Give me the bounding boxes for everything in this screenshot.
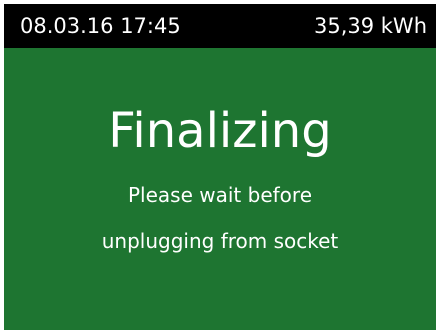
message-line-2: unplugging from socket [101, 229, 339, 253]
charger-display: 08.03.16 17:45 35,39 kWh Finalizing Plea… [4, 4, 436, 330]
datetime-readout: 08.03.16 17:45 [20, 14, 181, 38]
energy-readout: 35,39 kWh [313, 14, 427, 38]
status-bar: 08.03.16 17:45 35,39 kWh [4, 4, 436, 48]
page-title: Finalizing [108, 103, 332, 159]
main-panel: Finalizing Please wait before unplugging… [4, 48, 436, 330]
message-line-1: Please wait before [128, 183, 312, 207]
